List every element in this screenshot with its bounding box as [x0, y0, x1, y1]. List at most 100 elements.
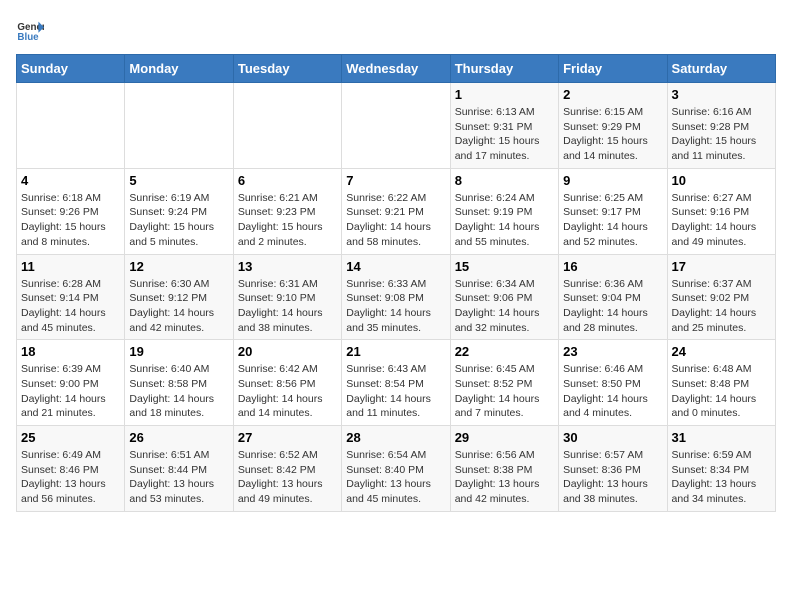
- day-header-wednesday: Wednesday: [342, 55, 450, 83]
- day-number: 29: [455, 430, 554, 445]
- day-number: 31: [672, 430, 771, 445]
- day-info: Sunrise: 6:54 AM Sunset: 8:40 PM Dayligh…: [346, 448, 445, 507]
- week-row-2: 4Sunrise: 6:18 AM Sunset: 9:26 PM Daylig…: [17, 168, 776, 254]
- calendar-cell: 13 Sunrise: 6:31 AM Sunset: 9:10 PM Dayli…: [233, 254, 341, 340]
- calendar-cell: 16 Sunrise: 6:36 AM Sunset: 9:04 PM Dayli…: [559, 254, 667, 340]
- day-info: Sunrise: 6:27 AM Sunset: 9:16 PM Dayligh…: [672, 191, 771, 250]
- day-info: Sunrise: 6:28 AM Sunset: 9:14 PM Dayligh…: [21, 277, 120, 336]
- calendar-cell: 9 Sunrise: 6:25 AM Sunset: 9:17 PM Daylig…: [559, 168, 667, 254]
- day-info: Sunrise: 6:49 AM Sunset: 8:46 PM Dayligh…: [21, 448, 120, 507]
- calendar-cell: [233, 83, 341, 169]
- week-row-5: 25 Sunrise: 6:49 AM Sunset: 8:46 PM Dayli…: [17, 426, 776, 512]
- day-info: Sunrise: 6:24 AM Sunset: 9:19 PM Dayligh…: [455, 191, 554, 250]
- calendar-cell: [342, 83, 450, 169]
- day-number: 6: [238, 173, 337, 188]
- day-info: Sunrise: 6:45 AM Sunset: 8:52 PM Dayligh…: [455, 362, 554, 421]
- day-number: 20: [238, 344, 337, 359]
- calendar-cell: 3Sunrise: 6:16 AM Sunset: 9:28 PM Daylig…: [667, 83, 775, 169]
- calendar-body: 1Sunrise: 6:13 AM Sunset: 9:31 PM Daylig…: [17, 83, 776, 512]
- calendar-cell: 24 Sunrise: 6:48 AM Sunset: 8:48 PM Dayli…: [667, 340, 775, 426]
- day-info: Sunrise: 6:42 AM Sunset: 8:56 PM Dayligh…: [238, 362, 337, 421]
- day-info: Sunrise: 6:56 AM Sunset: 8:38 PM Dayligh…: [455, 448, 554, 507]
- calendar-cell: 18 Sunrise: 6:39 AM Sunset: 9:00 PM Dayli…: [17, 340, 125, 426]
- day-number: 2: [563, 87, 662, 102]
- calendar-cell: 26 Sunrise: 6:51 AM Sunset: 8:44 PM Dayli…: [125, 426, 233, 512]
- day-info: Sunrise: 6:22 AM Sunset: 9:21 PM Dayligh…: [346, 191, 445, 250]
- calendar-cell: 20 Sunrise: 6:42 AM Sunset: 8:56 PM Dayli…: [233, 340, 341, 426]
- calendar-cell: 10 Sunrise: 6:27 AM Sunset: 9:16 PM Dayli…: [667, 168, 775, 254]
- calendar-cell: 21 Sunrise: 6:43 AM Sunset: 8:54 PM Dayli…: [342, 340, 450, 426]
- day-info: Sunrise: 6:25 AM Sunset: 9:17 PM Dayligh…: [563, 191, 662, 250]
- day-info: Sunrise: 6:48 AM Sunset: 8:48 PM Dayligh…: [672, 362, 771, 421]
- calendar-cell: 8 Sunrise: 6:24 AM Sunset: 9:19 PM Daylig…: [450, 168, 558, 254]
- day-number: 27: [238, 430, 337, 445]
- day-number: 14: [346, 259, 445, 274]
- day-number: 16: [563, 259, 662, 274]
- logo-icon: General Blue: [16, 16, 44, 44]
- day-number: 21: [346, 344, 445, 359]
- day-info: Sunrise: 6:46 AM Sunset: 8:50 PM Dayligh…: [563, 362, 662, 421]
- calendar-cell: 31 Sunrise: 6:59 AM Sunset: 8:34 PM Dayli…: [667, 426, 775, 512]
- day-number: 19: [129, 344, 228, 359]
- day-info: Sunrise: 6:39 AM Sunset: 9:00 PM Dayligh…: [21, 362, 120, 421]
- day-info: Sunrise: 6:15 AM Sunset: 9:29 PM Dayligh…: [563, 105, 662, 164]
- calendar-cell: 2 Sunrise: 6:15 AM Sunset: 9:29 PM Daylig…: [559, 83, 667, 169]
- day-header-thursday: Thursday: [450, 55, 558, 83]
- day-info: Sunrise: 6:52 AM Sunset: 8:42 PM Dayligh…: [238, 448, 337, 507]
- calendar-cell: 30Sunrise: 6:57 AM Sunset: 8:36 PM Dayli…: [559, 426, 667, 512]
- logo: General Blue: [16, 16, 44, 44]
- day-info: Sunrise: 6:36 AM Sunset: 9:04 PM Dayligh…: [563, 277, 662, 336]
- day-info: Sunrise: 6:21 AM Sunset: 9:23 PM Dayligh…: [238, 191, 337, 250]
- day-number: 10: [672, 173, 771, 188]
- calendar-cell: 6 Sunrise: 6:21 AM Sunset: 9:23 PM Daylig…: [233, 168, 341, 254]
- day-number: 25: [21, 430, 120, 445]
- calendar-cell: 1Sunrise: 6:13 AM Sunset: 9:31 PM Daylig…: [450, 83, 558, 169]
- week-row-3: 11 Sunrise: 6:28 AM Sunset: 9:14 PM Dayli…: [17, 254, 776, 340]
- day-number: 5: [129, 173, 228, 188]
- week-row-4: 18 Sunrise: 6:39 AM Sunset: 9:00 PM Dayli…: [17, 340, 776, 426]
- calendar-cell: 27 Sunrise: 6:52 AM Sunset: 8:42 PM Dayli…: [233, 426, 341, 512]
- day-info: Sunrise: 6:30 AM Sunset: 9:12 PM Dayligh…: [129, 277, 228, 336]
- day-number: 1: [455, 87, 554, 102]
- day-number: 28: [346, 430, 445, 445]
- calendar-cell: 7 Sunrise: 6:22 AM Sunset: 9:21 PM Daylig…: [342, 168, 450, 254]
- day-info: Sunrise: 6:31 AM Sunset: 9:10 PM Dayligh…: [238, 277, 337, 336]
- calendar-cell: 29 Sunrise: 6:56 AM Sunset: 8:38 PM Dayli…: [450, 426, 558, 512]
- day-info: Sunrise: 6:19 AM Sunset: 9:24 PM Dayligh…: [129, 191, 228, 250]
- day-number: 9: [563, 173, 662, 188]
- day-header-sunday: Sunday: [17, 55, 125, 83]
- day-info: Sunrise: 6:51 AM Sunset: 8:44 PM Dayligh…: [129, 448, 228, 507]
- header: General Blue: [16, 16, 776, 44]
- day-info: Sunrise: 6:40 AM Sunset: 8:58 PM Dayligh…: [129, 362, 228, 421]
- day-header-tuesday: Tuesday: [233, 55, 341, 83]
- calendar-cell: 28 Sunrise: 6:54 AM Sunset: 8:40 PM Dayli…: [342, 426, 450, 512]
- day-info: Sunrise: 6:37 AM Sunset: 9:02 PM Dayligh…: [672, 277, 771, 336]
- day-number: 26: [129, 430, 228, 445]
- calendar-cell: 15Sunrise: 6:34 AM Sunset: 9:06 PM Dayli…: [450, 254, 558, 340]
- calendar-table: SundayMondayTuesdayWednesdayThursdayFrid…: [16, 54, 776, 512]
- day-number: 13: [238, 259, 337, 274]
- calendar-cell: 14Sunrise: 6:33 AM Sunset: 9:08 PM Dayli…: [342, 254, 450, 340]
- calendar-cell: 17Sunrise: 6:37 AM Sunset: 9:02 PM Dayli…: [667, 254, 775, 340]
- day-number: 4: [21, 173, 120, 188]
- day-number: 7: [346, 173, 445, 188]
- day-number: 15: [455, 259, 554, 274]
- day-header-friday: Friday: [559, 55, 667, 83]
- day-info: Sunrise: 6:43 AM Sunset: 8:54 PM Dayligh…: [346, 362, 445, 421]
- calendar-cell: 22Sunrise: 6:45 AM Sunset: 8:52 PM Dayli…: [450, 340, 558, 426]
- calendar-cell: 23 Sunrise: 6:46 AM Sunset: 8:50 PM Dayli…: [559, 340, 667, 426]
- day-info: Sunrise: 6:59 AM Sunset: 8:34 PM Dayligh…: [672, 448, 771, 507]
- day-number: 18: [21, 344, 120, 359]
- calendar-cell: [125, 83, 233, 169]
- calendar-cell: [17, 83, 125, 169]
- calendar-header-row: SundayMondayTuesdayWednesdayThursdayFrid…: [17, 55, 776, 83]
- day-number: 24: [672, 344, 771, 359]
- calendar-cell: 19 Sunrise: 6:40 AM Sunset: 8:58 PM Dayli…: [125, 340, 233, 426]
- svg-text:Blue: Blue: [17, 32, 39, 43]
- day-number: 11: [21, 259, 120, 274]
- day-number: 23: [563, 344, 662, 359]
- week-row-1: 1Sunrise: 6:13 AM Sunset: 9:31 PM Daylig…: [17, 83, 776, 169]
- day-number: 8: [455, 173, 554, 188]
- day-number: 12: [129, 259, 228, 274]
- day-info: Sunrise: 6:16 AM Sunset: 9:28 PM Dayligh…: [672, 105, 771, 164]
